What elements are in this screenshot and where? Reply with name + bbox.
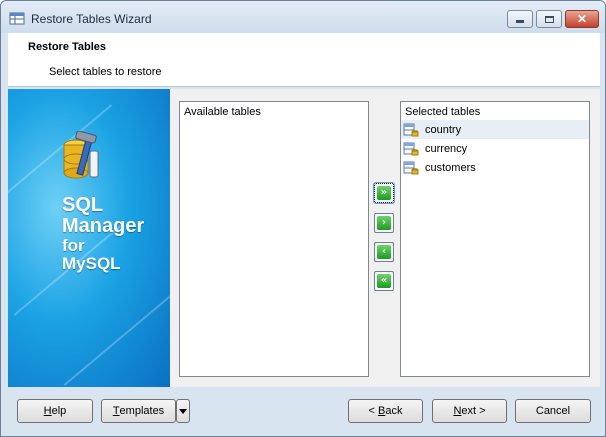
maximize-button[interactable] [536, 10, 562, 28]
help-hotkey: H [43, 405, 52, 417]
maximize-icon [544, 15, 554, 23]
wizard-window: Restore Tables Wizard ✕ Restore Tables S… [0, 0, 606, 437]
back-button[interactable]: < Back [348, 399, 423, 423]
page-title: Restore Tables [28, 41, 107, 53]
cancel-button[interactable]: Cancel [515, 399, 591, 423]
wizard-footer: Help Templates < Back Next > Cancel [1, 389, 605, 436]
page-subtitle: Select tables to restore [49, 66, 162, 78]
product-name-line3: for [62, 236, 85, 255]
chevron-right-icon: › [377, 216, 391, 230]
templates-button[interactable]: Templates [101, 399, 176, 423]
list-item[interactable]: customers [401, 158, 589, 177]
list-item[interactable]: country [401, 120, 589, 139]
back-prefix: < [368, 405, 378, 417]
wizard-app-icon [9, 12, 25, 25]
database-tools-icon [63, 131, 99, 179]
selected-tables-header: Selected tables [405, 106, 481, 118]
product-name-line1: SQL [62, 194, 104, 216]
minimize-button[interactable] [507, 10, 533, 28]
next-hotkey: N [453, 405, 462, 417]
next-label: ext > [461, 405, 486, 417]
templates-dropdown-button[interactable] [176, 399, 190, 423]
product-banner: SQL Manager for MySQL [8, 89, 170, 387]
double-chevron-left-icon: « [377, 274, 391, 288]
product-name-line2: Manager [62, 215, 145, 237]
remove-all-button[interactable]: « [374, 271, 394, 291]
wizard-header: Restore Tables Select tables to restore [8, 33, 600, 87]
next-button[interactable]: Next > [432, 399, 507, 423]
title-bar[interactable]: Restore Tables Wizard ✕ [1, 1, 605, 33]
help-label: elp [51, 405, 67, 417]
double-chevron-right-icon: » [377, 186, 391, 200]
list-item[interactable]: currency [401, 139, 589, 158]
table-icon [403, 142, 419, 155]
add-button[interactable]: › [374, 213, 394, 233]
remove-button[interactable]: ‹ [374, 242, 394, 262]
chevron-left-icon: ‹ [377, 245, 391, 259]
table-name: country [425, 123, 462, 136]
table-icon [403, 161, 419, 174]
table-name: currency [425, 142, 468, 155]
close-icon: ✕ [576, 12, 588, 26]
product-name-line4: MySQL [62, 254, 121, 273]
close-button[interactable]: ✕ [565, 10, 599, 28]
selected-tables-list[interactable]: Selected tables country currency custome… [400, 101, 590, 377]
table-name: customers [425, 161, 476, 174]
add-all-button[interactable]: » [373, 182, 395, 204]
back-hotkey: B [378, 405, 386, 417]
minimize-icon [516, 20, 524, 23]
product-name: SQL Manager for MySQL [62, 195, 144, 273]
chevron-down-icon [179, 408, 187, 414]
templates-label: emplates [119, 405, 165, 417]
help-button[interactable]: Help [17, 399, 93, 423]
available-tables-header: Available tables [184, 106, 261, 118]
back-label: ack [385, 405, 403, 417]
window-title: Restore Tables Wizard [31, 12, 152, 26]
table-icon [403, 123, 419, 136]
available-tables-list[interactable]: Available tables [179, 101, 369, 377]
wizard-content: SQL Manager for MySQL Available tables »… [8, 89, 600, 387]
templates-hotkey: T [112, 405, 120, 417]
